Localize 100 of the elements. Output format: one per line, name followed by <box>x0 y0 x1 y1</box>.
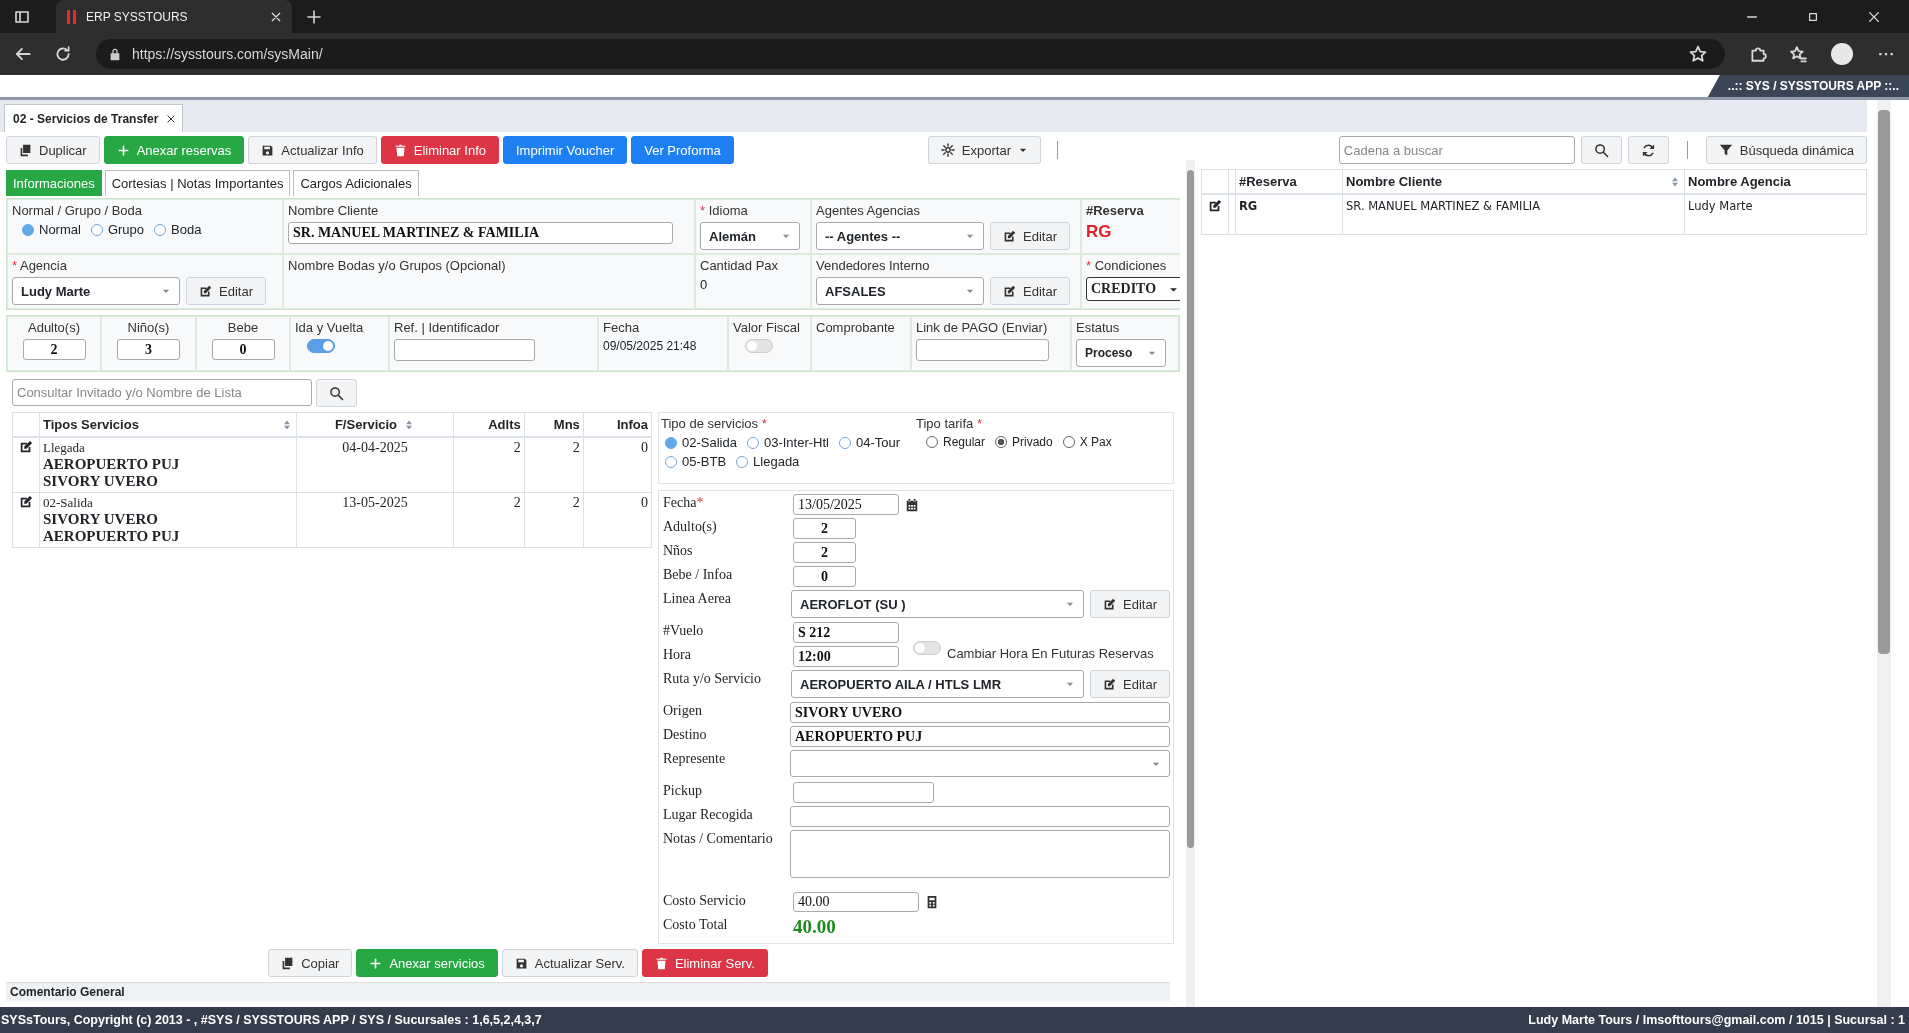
calculator-icon[interactable] <box>925 895 939 909</box>
reference-field[interactable] <box>394 339 535 361</box>
profile-avatar[interactable] <box>1831 43 1853 65</box>
restore-icon[interactable] <box>1807 10 1819 23</box>
date-field[interactable]: 13/05/2025 <box>793 494 899 515</box>
text-field[interactable]: S 212 <box>793 622 899 643</box>
payment-link-field[interactable] <box>916 339 1049 361</box>
close-icon[interactable] <box>166 113 177 124</box>
pax-field[interactable]: 0 <box>211 339 275 360</box>
address-bar[interactable]: https://sysstours.com/sysMain/ <box>96 39 1725 69</box>
calendar-icon[interactable] <box>905 497 919 512</box>
number-field[interactable]: 2 <box>793 542 856 563</box>
radio-option[interactable]: 04-Tour <box>838 435 901 450</box>
radio-option[interactable]: Boda <box>154 222 202 237</box>
toggle-switch[interactable] <box>913 640 941 655</box>
status-text: SYSsTours, Copyright (c) 2013 - , #SYS / SYSSTOURS APP / SYS / Sucursales : 1,6,5,2,4,3,7 <box>1 1013 542 1027</box>
radio-option[interactable]: 02-Salida <box>665 435 737 450</box>
toolbar-button[interactable]: Actualizar Info <box>248 136 377 164</box>
edit-icon[interactable] <box>1208 199 1222 213</box>
pax-field[interactable]: 2 <box>22 339 86 360</box>
service-type: 02-Salida <box>43 495 94 511</box>
radio-option[interactable]: Normal <box>22 222 81 237</box>
table-cell: RG <box>1239 199 1258 213</box>
field-label: Hora <box>663 646 692 663</box>
document-tab[interactable]: 02 - Servicios de Transfer <box>4 104 184 132</box>
service-button[interactable]: Actualizar Serv. <box>501 949 638 977</box>
refresh-button[interactable] <box>1627 136 1669 164</box>
toolbar-button[interactable]: Ver Proforma <box>631 136 734 164</box>
pax-field[interactable]: 3 <box>117 339 180 360</box>
toolbar-button[interactable]: Imprimir Voucher <box>502 136 628 164</box>
edit-icon[interactable] <box>19 495 33 509</box>
plus-icon <box>369 956 383 970</box>
favorites-icon[interactable] <box>1789 45 1807 63</box>
round-trip-switch[interactable] <box>307 339 335 353</box>
table-cell: 2 <box>513 440 521 455</box>
sellers-select[interactable]: AFSALES <box>816 277 984 305</box>
select-field[interactable]: AEROFLOT (SU ) <box>791 590 1085 618</box>
close-icon[interactable] <box>1867 9 1881 24</box>
radio-option[interactable]: Privado <box>995 435 1053 449</box>
edit-icon <box>1003 284 1016 298</box>
edit-icon <box>199 284 212 298</box>
back-icon[interactable] <box>14 45 32 63</box>
edit-button[interactable]: Editar <box>1090 590 1170 618</box>
number-field[interactable]: 2 <box>793 518 856 539</box>
export-button[interactable]: Exportar <box>927 136 1041 164</box>
client-name-field[interactable]: SR. MANUEL MARTINEZ & FAMILIA <box>288 222 673 244</box>
close-tab-icon[interactable] <box>270 10 282 23</box>
service-button[interactable]: Eliminar Serv. <box>641 949 768 977</box>
search-field[interactable]: Cadena a buscar <box>1338 136 1575 164</box>
language-select[interactable]: Alemán <box>700 222 800 250</box>
form-tab[interactable]: Cortesias | Notas Importantes <box>104 170 291 196</box>
lock-icon <box>108 47 122 61</box>
scrollbar[interactable] <box>1877 100 1891 1007</box>
dynamic-search-button[interactable]: Búsqueda dinámica <box>1705 136 1867 164</box>
field-label: Pickup <box>663 782 703 799</box>
reload-icon[interactable] <box>54 45 72 63</box>
status-select[interactable]: Proceso <box>1076 339 1166 367</box>
service-button[interactable]: Copiar <box>268 949 353 977</box>
text-field[interactable]: SIVORY UVERO <box>790 702 1170 723</box>
conditions-select[interactable]: CREDITO <box>1086 277 1180 301</box>
toolbar-button[interactable]: Eliminar Info <box>380 136 499 164</box>
guest-search-field[interactable]: Consultar Invitado y/o Nombre de Lista <box>12 379 312 406</box>
edit-icon[interactable] <box>19 440 33 454</box>
edit-button[interactable]: Editar <box>990 277 1070 305</box>
select-field[interactable] <box>790 750 1170 777</box>
agency-select[interactable]: Ludy Marte <box>12 277 180 305</box>
search-button[interactable] <box>1580 136 1622 164</box>
text-field[interactable] <box>790 806 1170 827</box>
extensions-icon[interactable] <box>1749 45 1767 63</box>
sidebar-icon[interactable] <box>14 8 30 25</box>
radio-option[interactable]: Regular <box>926 435 986 449</box>
edit-button[interactable]: Editar <box>990 222 1070 250</box>
browser-tab[interactable]: ERP SYSSTOURS <box>56 0 292 33</box>
agents-select[interactable]: -- Agentes -- <box>816 222 984 250</box>
new-tab-icon[interactable] <box>306 8 322 25</box>
edit-button[interactable]: Editar <box>1090 670 1170 698</box>
favorite-star-icon[interactable] <box>1689 45 1707 63</box>
search-button[interactable] <box>316 379 357 407</box>
form-tab[interactable]: Cargos Adicionales <box>293 170 419 196</box>
cost-field[interactable]: 40.00 <box>793 892 919 912</box>
text-field[interactable]: AEROPUERTO PUJ <box>790 726 1170 747</box>
edit-button[interactable]: Editar <box>186 277 266 305</box>
radio-option[interactable]: 05-BTB <box>665 454 727 469</box>
radio-option[interactable]: Llegada <box>736 454 800 469</box>
date-value: 09/05/2025 21:48 <box>603 339 698 353</box>
fiscal-value-switch[interactable] <box>745 339 773 353</box>
toolbar-button[interactable]: Duplicar <box>6 136 100 164</box>
radio-option[interactable]: 03-Inter-Htl <box>746 435 829 450</box>
url-text: https://sysstours.com/sysMain/ <box>132 46 323 62</box>
notes-field[interactable] <box>790 830 1170 878</box>
text-field[interactable] <box>793 782 934 803</box>
select-field[interactable]: AEROPUERTO AILA / HTLS LMR <box>791 670 1085 698</box>
field-label: Nombre Cliente <box>288 203 380 218</box>
number-field[interactable]: 0 <box>793 566 856 587</box>
radio-option[interactable]: X Pax <box>1062 435 1112 449</box>
route-place: AEROPUERTO PUJ <box>43 456 181 473</box>
field-label: Comprobante <box>816 320 896 335</box>
radio-option[interactable]: Grupo <box>90 222 145 237</box>
text-field[interactable]: 12:00 <box>793 646 899 667</box>
scrollbar[interactable] <box>1186 160 1195 1007</box>
